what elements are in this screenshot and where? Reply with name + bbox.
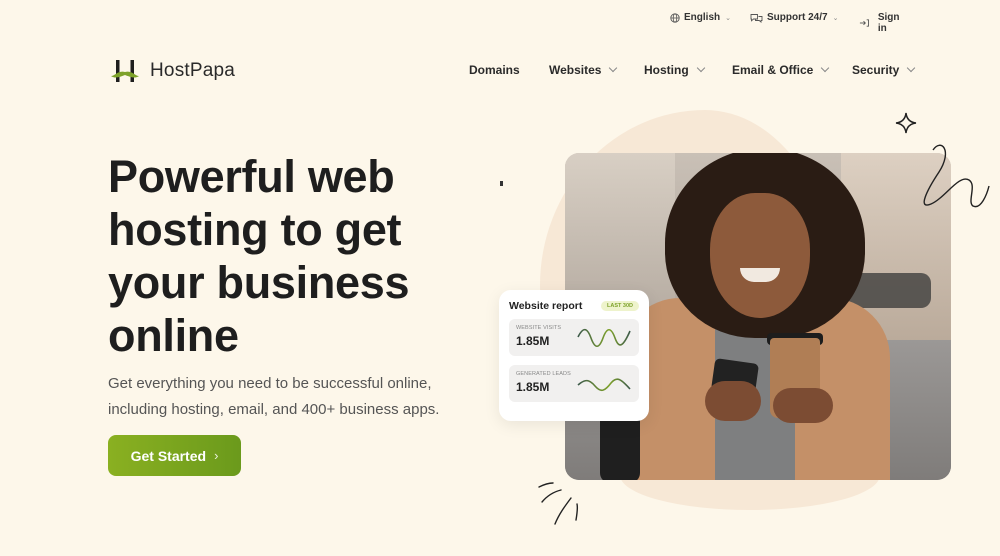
chevron-down-icon [696, 63, 705, 73]
report-title: Website report [509, 300, 583, 312]
nav-item-security[interactable]: Security [852, 63, 916, 77]
chevron-down-icon [821, 63, 830, 73]
hostpapa-mustache-logo-icon [111, 60, 139, 82]
chevron-right-icon: › [214, 448, 219, 463]
nav-label: Websites [549, 63, 602, 77]
metric-website-visits: WEBSITE VISITS 1.85M [509, 319, 639, 356]
nav-label: Security [852, 63, 900, 77]
chevron-down-icon: ⌄ [725, 14, 731, 22]
support-menu[interactable]: Support 24/7 ⌄ [750, 12, 838, 23]
chevron-down-icon [609, 63, 618, 73]
sign-in-label: Sign in [877, 12, 900, 34]
sparkle-star-icon [895, 112, 917, 134]
globe-icon [670, 12, 680, 23]
sign-in-link[interactable]: Sign in [859, 12, 908, 34]
website-report-card: Website report LAST 30D WEBSITE VISITS 1… [499, 290, 649, 421]
sparkline-icon [577, 378, 631, 392]
sparkline-icon [577, 328, 631, 348]
sign-in-icon [859, 19, 869, 27]
chevron-down-icon: ⌄ [832, 14, 839, 22]
chat-bubbles-icon [750, 13, 763, 23]
nav-item-domains[interactable]: Domains [469, 63, 520, 77]
hostpapa-logo[interactable]: HostPapa [110, 59, 235, 83]
language-selector[interactable]: English ⌄ [670, 12, 731, 23]
chevron-down-icon [907, 63, 916, 73]
nav-label: Email & Office [732, 63, 814, 77]
metric-generated-leads: GENERATED LEADS 1.85M [509, 365, 639, 402]
nav-item-hosting[interactable]: Hosting [644, 63, 705, 77]
hero-headline: Powerful web hosting to get your busines… [108, 151, 410, 361]
get-started-label: Get Started [130, 447, 207, 464]
mouse-cursor [500, 181, 503, 186]
language-label: English [684, 12, 721, 23]
period-badge: LAST 30D [601, 301, 639, 311]
support-label: Support 24/7 [767, 12, 828, 23]
motion-lines-icon [538, 482, 579, 525]
squiggle-line-icon [923, 144, 990, 208]
nav-label: Hosting [644, 63, 689, 77]
nav-item-websites[interactable]: Websites [549, 63, 618, 77]
hero-subtext: Get everything you need to be successful… [108, 375, 440, 418]
brand-name: HostPapa [150, 60, 236, 81]
nav-item-email-office[interactable]: Email & Office [732, 63, 830, 77]
get-started-button[interactable]: Get Started › [108, 435, 241, 476]
nav-label: Domains [469, 63, 520, 77]
